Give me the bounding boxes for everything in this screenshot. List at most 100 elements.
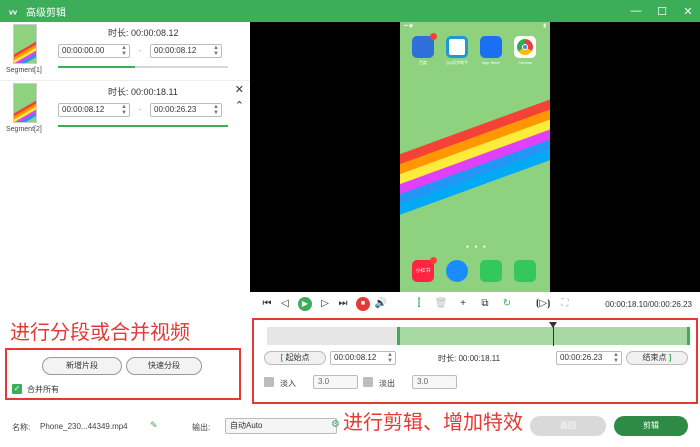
start-time-value: 00:00:08.12 [334,353,377,362]
start-point-label: 起始点 [285,353,310,362]
copy-icon[interactable]: ⧉ [478,297,492,311]
playback-controls: ⏮ ◁ ▶ ▷ ⏭ ■ 🔊 ⫿ 🗑 + ⧉ ↻ ⦗▷⦘ ⛶ 00:00:18.1… [250,294,700,314]
spinner-icon[interactable]: ▲ ▼ [121,45,127,57]
fade-out-value: 3.0 [417,377,429,386]
segment-list: Segment[1] 时长: 00:00:08.12 00:00:00.00 ▲… [0,22,250,292]
fullscreen-icon[interactable]: ⛶ [558,297,572,311]
safari-app-icon [446,260,468,282]
split-icon[interactable]: ⫿ [412,297,426,311]
merge-all-checkbox[interactable]: ✓ [12,384,22,394]
volume-icon[interactable]: 🔊 [374,297,388,311]
edit-name-icon[interactable]: ✎ [150,420,158,431]
skip-start-icon[interactable]: ⏮ [260,297,274,311]
segment-progress-fill [58,66,135,68]
range-separator: - [139,46,142,55]
segment-start-value: 00:00:00.00 [62,46,105,55]
segment-end-value: 00:00:26.23 [154,105,197,114]
segment-start-input[interactable]: 00:00:08.12 ▲ ▼ [58,103,130,117]
end-time-value: 00:00:26.23 [560,353,603,362]
segment-start-input[interactable]: 00:00:00.00 ▲ ▼ [58,44,130,58]
segment-thumbnail [13,24,37,64]
app-logo-icon: ᵥᵥ [8,5,17,17]
cut-button[interactable]: 剪辑 [614,416,688,436]
timeline-track[interactable] [267,327,690,345]
fade-in-label: 淡入 [280,379,296,388]
crop-icon[interactable]: ⦗▷⦘ [536,297,550,311]
timeline-selection[interactable] [397,327,690,345]
minimize-icon[interactable]: — [630,5,642,17]
video-preview: ▪▪ ◉ ▮ 百度 QQ同步助手 App Store Chrome ● ● ● 小… [250,22,700,292]
segment-progress-fill [58,125,228,127]
quick-split-button[interactable]: 快速分段 [126,357,202,375]
gear-icon[interactable]: ⚙ [331,419,340,430]
file-name: Phone_230...44349.mp4 [40,422,128,431]
segment-progress [58,125,228,127]
fade-in-value: 3.0 [318,377,330,386]
window-controls: — ☐ ✕ [630,0,694,22]
spinner-icon[interactable]: ▲ ▼ [121,104,127,116]
chrome-app-icon [514,36,536,58]
segment-item[interactable]: Segment[1] 时长: 00:00:08.12 00:00:00.00 ▲… [0,22,250,80]
annotation-edit: 进行剪辑、增加特效 [343,410,523,434]
next-frame-icon[interactable]: ▷ [318,297,332,311]
end-point-label: 结束点 [642,353,667,362]
play-icon[interactable]: ▶ [298,297,312,311]
fade-out-input[interactable]: 3.0 [412,375,457,389]
maximize-icon[interactable]: ☐ [656,5,668,18]
phone-screen: ▪▪ ◉ ▮ 百度 QQ同步助手 App Store Chrome ● ● ● 小… [400,22,550,292]
add-icon[interactable]: + [456,297,470,311]
notification-badge [430,33,437,40]
fade-in-checkbox[interactable] [264,377,274,387]
output-label: 输出: [192,423,211,432]
phone-app-icon [480,260,502,282]
spinner-icon[interactable]: ▲ ▼ [213,45,219,57]
appstore-app-icon [480,36,502,58]
range-separator: - [139,105,142,114]
segment-end-input[interactable]: 00:00:08.12 ▲ ▼ [150,44,222,58]
segment-end-input[interactable]: 00:00:26.23 ▲ ▼ [150,103,222,117]
app-label: App Store [482,60,500,65]
delete-icon[interactable]: 🗑 [434,297,448,311]
playhead-marker-icon[interactable] [549,322,557,328]
edit-duration: 时长: 00:00:18.11 [438,354,501,363]
app-label: 百度 [419,60,427,65]
close-icon[interactable]: ✕ [235,83,244,96]
back-button[interactable]: 返回 [530,416,606,436]
end-time-input[interactable]: 00:00:26.23 ▲ ▼ [556,351,622,365]
spinner-icon[interactable]: ▲ ▼ [613,352,619,364]
bracket-right-icon: ] [668,353,672,362]
stop-icon[interactable]: ■ [356,297,370,311]
segment-item[interactable]: Segment[2] 时长: 00:00:18.11 ✕ 00:00:08.12… [0,80,250,138]
start-point-button[interactable]: [ 起始点 [264,351,326,365]
notification-badge [430,257,437,264]
refresh-icon[interactable]: ↻ [500,297,514,311]
end-point-button[interactable]: 结束点 ] [626,351,688,365]
segment-start-value: 00:00:08.12 [62,105,105,114]
page-indicator: ● ● ● [466,244,488,250]
annotation-segment: 进行分段或合并视频 [10,320,190,344]
segment-progress [58,66,228,68]
new-segment-button[interactable]: 新增片段 [42,357,122,375]
playback-timecode: 00:00:18.10/00:00:26.23 [605,300,692,309]
prev-frame-icon[interactable]: ◁ [278,297,292,311]
app-label: QQ同步助手 [445,60,469,65]
spinner-icon[interactable]: ▲ ▼ [213,104,219,116]
phone-status-bar: ▪▪ ◉ ▮ [404,23,546,29]
close-icon[interactable]: ✕ [682,5,694,18]
advanced-edit-window: ᵥᵥ 高级剪辑 — ☐ ✕ Segment[1] 时长: 00:00:08.12… [0,0,700,447]
bracket-left-icon: [ [280,353,284,362]
segment-thumbnail [13,83,37,123]
start-time-input[interactable]: 00:00:08.12 ▲ ▼ [330,351,396,365]
window-title: 高级剪辑 [26,7,66,19]
output-select[interactable]: 自动Auto [225,418,337,434]
skip-end-icon[interactable]: ⏭ [336,297,350,311]
segment-duration: 时长: 00:00:18.11 [108,87,178,97]
segment-end-value: 00:00:08.12 [154,46,197,55]
name-label: 名称: [12,423,31,432]
collapse-icon[interactable]: ⌃ [235,99,244,112]
spinner-icon[interactable]: ▲ ▼ [387,352,393,364]
fade-in-input[interactable]: 3.0 [313,375,358,389]
fade-out-checkbox[interactable] [363,377,373,387]
segment-label: Segment[2] [6,126,42,133]
title-bar: ᵥᵥ 高级剪辑 — ☐ ✕ [0,0,700,22]
